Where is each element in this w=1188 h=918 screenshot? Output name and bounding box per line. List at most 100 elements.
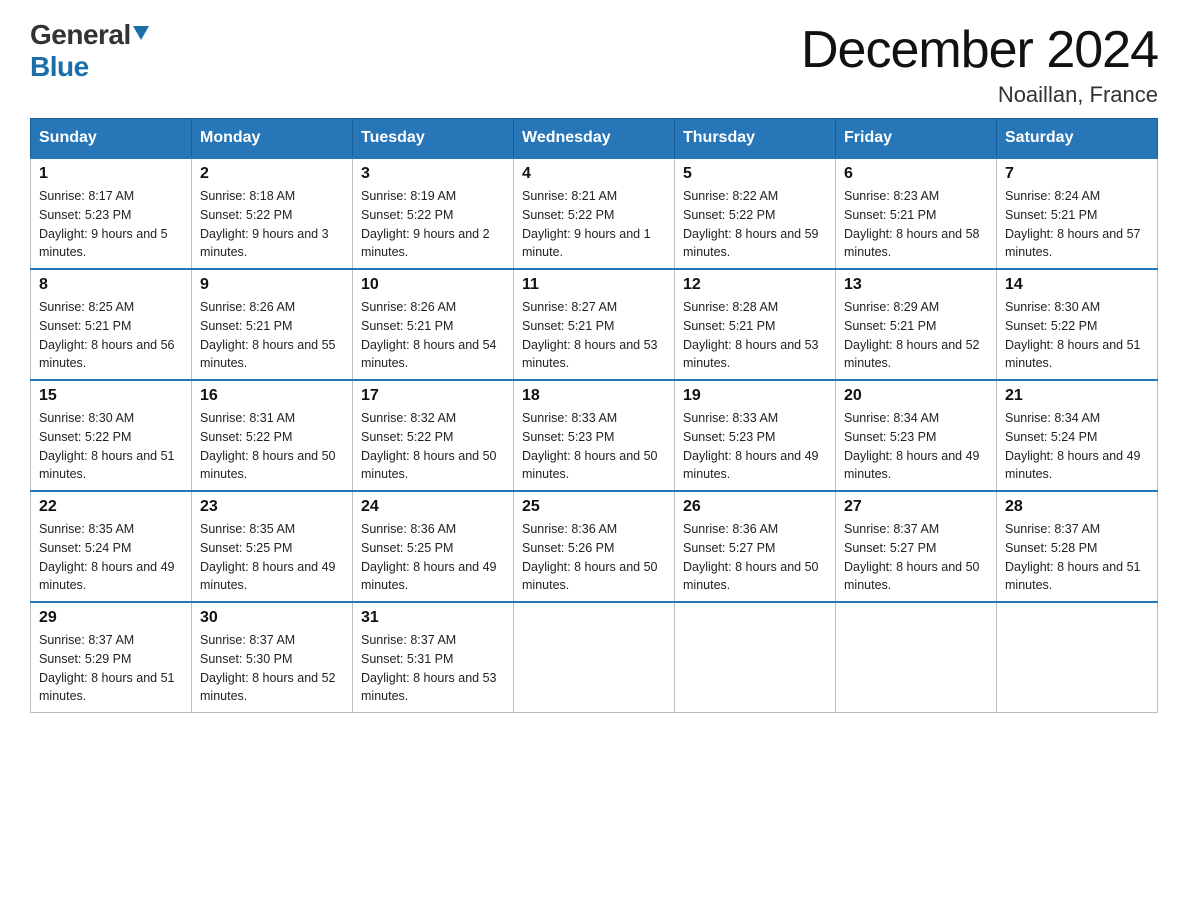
calendar-cell: 3 Sunrise: 8:19 AMSunset: 5:22 PMDaylight… — [353, 158, 514, 269]
day-number: 13 — [844, 276, 988, 294]
week-row-1: 1 Sunrise: 8:17 AMSunset: 5:23 PMDaylight… — [31, 158, 1158, 269]
day-info: Sunrise: 8:23 AMSunset: 5:21 PMDaylight:… — [844, 187, 988, 262]
day-number: 29 — [39, 609, 183, 627]
day-number: 27 — [844, 498, 988, 516]
calendar-cell: 22 Sunrise: 8:35 AMSunset: 5:24 PMDayligh… — [31, 491, 192, 602]
day-number: 31 — [361, 609, 505, 627]
calendar-cell: 25Sunrise: 8:36 AMSunset: 5:26 PMDayligh… — [514, 491, 675, 602]
calendar-cell: 16 Sunrise: 8:31 AMSunset: 5:22 PMDayligh… — [192, 380, 353, 491]
day-info: Sunrise: 8:18 AMSunset: 5:22 PMDaylight:… — [200, 187, 344, 262]
calendar-cell: 28 Sunrise: 8:37 AMSunset: 5:28 PMDayligh… — [997, 491, 1158, 602]
day-number: 21 — [1005, 387, 1149, 405]
week-row-2: 8 Sunrise: 8:25 AMSunset: 5:21 PMDaylight… — [31, 269, 1158, 380]
day-number: 1 — [39, 165, 183, 183]
day-number: 9 — [200, 276, 344, 294]
calendar-cell: 7Sunrise: 8:24 AMSunset: 5:21 PMDaylight… — [997, 158, 1158, 269]
week-row-4: 22 Sunrise: 8:35 AMSunset: 5:24 PMDayligh… — [31, 491, 1158, 602]
calendar-cell: 19 Sunrise: 8:33 AMSunset: 5:23 PMDayligh… — [675, 380, 836, 491]
day-info: Sunrise: 8:17 AMSunset: 5:23 PMDaylight:… — [39, 187, 183, 262]
header-day-friday: Friday — [836, 119, 997, 159]
day-info: Sunrise: 8:36 AMSunset: 5:26 PMDaylight:… — [522, 520, 666, 595]
calendar-cell: 26 Sunrise: 8:36 AMSunset: 5:27 PMDayligh… — [675, 491, 836, 602]
header-day-sunday: Sunday — [31, 119, 192, 159]
calendar-cell: 13 Sunrise: 8:29 AMSunset: 5:21 PMDayligh… — [836, 269, 997, 380]
day-info: Sunrise: 8:26 AMSunset: 5:21 PMDaylight:… — [361, 298, 505, 373]
calendar-cell: 15 Sunrise: 8:30 AMSunset: 5:22 PMDayligh… — [31, 380, 192, 491]
day-info: Sunrise: 8:31 AMSunset: 5:22 PMDaylight:… — [200, 409, 344, 484]
calendar-cell: 14 Sunrise: 8:30 AMSunset: 5:22 PMDayligh… — [997, 269, 1158, 380]
day-number: 24 — [361, 498, 505, 516]
logo-blue-text: Blue — [30, 51, 89, 82]
calendar-cell: 17 Sunrise: 8:32 AMSunset: 5:22 PMDayligh… — [353, 380, 514, 491]
calendar-cell: 6 Sunrise: 8:23 AMSunset: 5:21 PMDaylight… — [836, 158, 997, 269]
week-row-3: 15 Sunrise: 8:30 AMSunset: 5:22 PMDayligh… — [31, 380, 1158, 491]
day-number: 3 — [361, 165, 505, 183]
logo-general-text: General — [30, 20, 131, 51]
day-info: Sunrise: 8:30 AMSunset: 5:22 PMDaylight:… — [39, 409, 183, 484]
day-number: 22 — [39, 498, 183, 516]
day-info: Sunrise: 8:26 AMSunset: 5:21 PMDaylight:… — [200, 298, 344, 373]
calendar-cell: 5 Sunrise: 8:22 AMSunset: 5:22 PMDaylight… — [675, 158, 836, 269]
day-info: Sunrise: 8:35 AMSunset: 5:24 PMDaylight:… — [39, 520, 183, 595]
calendar-cell: 31 Sunrise: 8:37 AMSunset: 5:31 PMDayligh… — [353, 602, 514, 713]
day-info: Sunrise: 8:36 AMSunset: 5:25 PMDaylight:… — [361, 520, 505, 595]
day-info: Sunrise: 8:33 AMSunset: 5:23 PMDaylight:… — [522, 409, 666, 484]
title-area: December 2024 Noaillan, France — [801, 20, 1158, 108]
calendar-cell: 9 Sunrise: 8:26 AMSunset: 5:21 PMDaylight… — [192, 269, 353, 380]
day-info: Sunrise: 8:32 AMSunset: 5:22 PMDaylight:… — [361, 409, 505, 484]
day-number: 8 — [39, 276, 183, 294]
day-number: 14 — [1005, 276, 1149, 294]
logo-triangle-icon — [133, 26, 149, 40]
calendar-cell: 30Sunrise: 8:37 AMSunset: 5:30 PMDayligh… — [192, 602, 353, 713]
day-number: 26 — [683, 498, 827, 516]
calendar-header: SundayMondayTuesdayWednesdayThursdayFrid… — [31, 119, 1158, 159]
logo: General Blue — [30, 20, 149, 83]
day-info: Sunrise: 8:28 AMSunset: 5:21 PMDaylight:… — [683, 298, 827, 373]
day-number: 6 — [844, 165, 988, 183]
day-number: 5 — [683, 165, 827, 183]
day-info: Sunrise: 8:25 AMSunset: 5:21 PMDaylight:… — [39, 298, 183, 373]
header-day-wednesday: Wednesday — [514, 119, 675, 159]
calendar-cell: 20 Sunrise: 8:34 AMSunset: 5:23 PMDayligh… — [836, 380, 997, 491]
day-info: Sunrise: 8:30 AMSunset: 5:22 PMDaylight:… — [1005, 298, 1149, 373]
day-info: Sunrise: 8:34 AMSunset: 5:24 PMDaylight:… — [1005, 409, 1149, 484]
calendar-cell: 2Sunrise: 8:18 AMSunset: 5:22 PMDaylight… — [192, 158, 353, 269]
day-info: Sunrise: 8:36 AMSunset: 5:27 PMDaylight:… — [683, 520, 827, 595]
calendar-cell: 27 Sunrise: 8:37 AMSunset: 5:27 PMDayligh… — [836, 491, 997, 602]
day-info: Sunrise: 8:37 AMSunset: 5:29 PMDaylight:… — [39, 631, 183, 706]
day-info: Sunrise: 8:34 AMSunset: 5:23 PMDaylight:… — [844, 409, 988, 484]
day-number: 10 — [361, 276, 505, 294]
calendar-cell — [514, 602, 675, 713]
day-number: 4 — [522, 165, 666, 183]
day-info: Sunrise: 8:21 AMSunset: 5:22 PMDaylight:… — [522, 187, 666, 262]
day-number: 28 — [1005, 498, 1149, 516]
calendar-cell: 23 Sunrise: 8:35 AMSunset: 5:25 PMDayligh… — [192, 491, 353, 602]
calendar-cell: 21 Sunrise: 8:34 AMSunset: 5:24 PMDayligh… — [997, 380, 1158, 491]
day-number: 11 — [522, 276, 666, 294]
day-number: 23 — [200, 498, 344, 516]
day-number: 19 — [683, 387, 827, 405]
calendar-table: SundayMondayTuesdayWednesdayThursdayFrid… — [30, 118, 1158, 713]
day-info: Sunrise: 8:19 AMSunset: 5:22 PMDaylight:… — [361, 187, 505, 262]
day-number: 16 — [200, 387, 344, 405]
day-info: Sunrise: 8:27 AMSunset: 5:21 PMDaylight:… — [522, 298, 666, 373]
day-info: Sunrise: 8:37 AMSunset: 5:27 PMDaylight:… — [844, 520, 988, 595]
calendar-cell: 10 Sunrise: 8:26 AMSunset: 5:21 PMDayligh… — [353, 269, 514, 380]
day-number: 17 — [361, 387, 505, 405]
day-info: Sunrise: 8:37 AMSunset: 5:28 PMDaylight:… — [1005, 520, 1149, 595]
day-number: 7 — [1005, 165, 1149, 183]
day-number: 30 — [200, 609, 344, 627]
header-day-tuesday: Tuesday — [353, 119, 514, 159]
calendar-cell: 24 Sunrise: 8:36 AMSunset: 5:25 PMDayligh… — [353, 491, 514, 602]
header-day-monday: Monday — [192, 119, 353, 159]
day-number: 15 — [39, 387, 183, 405]
day-number: 20 — [844, 387, 988, 405]
calendar-cell: 4 Sunrise: 8:21 AMSunset: 5:22 PMDaylight… — [514, 158, 675, 269]
day-info: Sunrise: 8:22 AMSunset: 5:22 PMDaylight:… — [683, 187, 827, 262]
calendar-cell: 29 Sunrise: 8:37 AMSunset: 5:29 PMDayligh… — [31, 602, 192, 713]
day-info: Sunrise: 8:29 AMSunset: 5:21 PMDaylight:… — [844, 298, 988, 373]
day-info: Sunrise: 8:35 AMSunset: 5:25 PMDaylight:… — [200, 520, 344, 595]
day-info: Sunrise: 8:37 AMSunset: 5:31 PMDaylight:… — [361, 631, 505, 706]
day-info: Sunrise: 8:33 AMSunset: 5:23 PMDaylight:… — [683, 409, 827, 484]
calendar-cell — [997, 602, 1158, 713]
